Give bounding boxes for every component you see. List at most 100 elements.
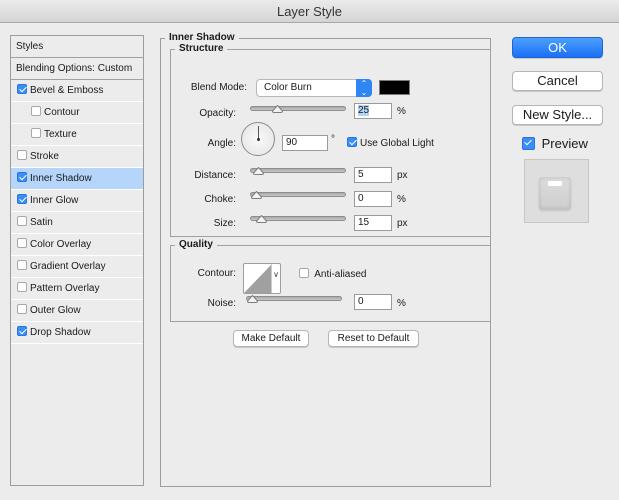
window-titlebar: Layer Style: [0, 0, 619, 23]
checkbox-unchecked-icon[interactable]: [17, 238, 27, 248]
opacity-label: Opacity:: [199, 108, 236, 119]
styles-list-item-label: Pattern Overlay: [30, 283, 100, 294]
noise-slider[interactable]: [246, 295, 342, 303]
checkbox-unchecked-icon[interactable]: [17, 282, 27, 292]
blend-mode-select[interactable]: Color Burn ⌃ ⌄: [256, 79, 372, 97]
checkbox-unchecked-icon: [299, 268, 309, 278]
choke-input[interactable]: 0: [354, 191, 392, 207]
styles-list-item-label: Gradient Overlay: [30, 261, 106, 272]
shadow-color-swatch[interactable]: [379, 80, 410, 95]
styles-list-item[interactable]: Styles: [11, 36, 143, 58]
angle-unit: °: [331, 134, 335, 145]
ok-button[interactable]: OK: [512, 37, 603, 58]
slider-thumb[interactable]: [256, 215, 268, 223]
checkbox-unchecked-icon[interactable]: [17, 216, 27, 226]
checkbox-checked-icon[interactable]: [17, 172, 27, 182]
choke-slider[interactable]: [250, 191, 346, 199]
styles-list-item-label: Outer Glow: [30, 305, 81, 316]
slider-thumb[interactable]: [272, 105, 284, 113]
panel-title: Inner Shadow: [165, 32, 239, 43]
styles-list-item-label: Stroke: [30, 151, 59, 162]
checkbox-checked-icon: [522, 137, 535, 150]
styles-list-item[interactable]: Pattern Overlay: [11, 278, 143, 300]
styles-list-item[interactable]: Drop Shadow: [11, 322, 143, 344]
style-preview-thumbnail: [524, 159, 589, 223]
contour-picker[interactable]: ∨: [243, 263, 281, 294]
make-default-button[interactable]: Make Default: [233, 330, 309, 347]
checkbox-unchecked-icon[interactable]: [31, 106, 41, 116]
contour-label: Contour:: [197, 268, 236, 279]
checkbox-checked-icon[interactable]: [17, 84, 27, 94]
select-stepper-icon: ⌃ ⌄: [356, 79, 372, 97]
use-global-light-label: Use Global Light: [360, 138, 434, 149]
styles-list-item-label: Bevel & Emboss: [30, 85, 104, 96]
angle-label: Angle:: [207, 138, 236, 149]
preview-swatch: [539, 177, 571, 209]
quality-group: Quality Contour: ∨ Anti-aliased Noise: 0…: [170, 239, 491, 322]
angle-center-dot: [257, 138, 260, 141]
styles-list-item[interactable]: Satin: [11, 212, 143, 234]
styles-list-item-label: Satin: [30, 217, 53, 228]
styles-list-item[interactable]: Outer Glow: [11, 300, 143, 322]
anti-aliased-checkbox[interactable]: Anti-aliased: [299, 268, 367, 280]
styles-list-item[interactable]: Gradient Overlay: [11, 256, 143, 278]
styles-list-item[interactable]: Stroke: [11, 146, 143, 168]
styles-list-item[interactable]: Texture: [11, 124, 143, 146]
styles-list-item-label: Inner Shadow: [30, 173, 92, 184]
styles-list-item-label: Blending Options: Custom: [16, 63, 133, 74]
quality-title: Quality: [175, 239, 217, 250]
checkbox-unchecked-icon[interactable]: [17, 150, 27, 160]
styles-list-item[interactable]: Inner Glow: [11, 190, 143, 212]
reset-to-default-button[interactable]: Reset to Default: [328, 330, 419, 347]
checkbox-unchecked-icon[interactable]: [17, 304, 27, 314]
noise-input[interactable]: 0: [354, 294, 392, 310]
styles-list-item[interactable]: Contour: [11, 102, 143, 124]
contour-curve-icon: [244, 264, 272, 293]
choke-unit: %: [397, 194, 406, 205]
preview-label: Preview: [541, 136, 588, 151]
checkbox-unchecked-icon[interactable]: [17, 260, 27, 270]
styles-list-item-label: Drop Shadow: [30, 327, 91, 338]
distance-unit: px: [397, 170, 408, 181]
size-input[interactable]: 15: [354, 215, 392, 231]
styles-list-item-label: Texture: [44, 129, 77, 140]
preview-checkbox[interactable]: Preview: [522, 136, 588, 151]
blend-mode-label: Blend Mode:: [190, 82, 247, 93]
cancel-button[interactable]: Cancel: [512, 71, 603, 91]
styles-list-item[interactable]: Blending Options: Custom: [11, 58, 143, 80]
slider-thumb[interactable]: [252, 167, 264, 175]
opacity-value: 25: [358, 105, 370, 116]
structure-title: Structure: [175, 43, 228, 54]
slider-thumb[interactable]: [251, 191, 262, 199]
styles-list-item[interactable]: Color Overlay: [11, 234, 143, 256]
size-label: Size:: [213, 218, 236, 229]
distance-input[interactable]: 5: [354, 167, 392, 183]
styles-list-item-label: Styles: [16, 41, 44, 52]
angle-dial[interactable]: [241, 122, 275, 156]
styles-list-item-label: Contour: [44, 107, 80, 118]
distance-slider[interactable]: [250, 167, 346, 175]
styles-list-item-label: Inner Glow: [30, 195, 79, 206]
checkbox-unchecked-icon[interactable]: [31, 128, 41, 138]
contour-dropdown-icon[interactable]: ∨: [271, 264, 280, 293]
angle-input[interactable]: 90: [282, 135, 328, 151]
window-title: Layer Style: [276, 4, 343, 19]
noise-label: Noise:: [207, 298, 236, 309]
use-global-light-checkbox[interactable]: Use Global Light: [347, 137, 434, 149]
styles-list: Styles Blending Options: Custom Bevel & Em…: [10, 35, 144, 486]
styles-list-item[interactable]: Inner Shadow: [11, 168, 143, 190]
opacity-unit: %: [397, 106, 406, 117]
opacity-slider[interactable]: [250, 105, 346, 113]
checkbox-checked-icon[interactable]: [17, 326, 27, 336]
structure-group: Structure Blend Mode: Color Burn ⌃ ⌄ Opac…: [170, 43, 491, 237]
new-style-button[interactable]: New Style...: [512, 105, 603, 125]
distance-label: Distance:: [194, 170, 236, 181]
checkbox-checked-icon: [347, 137, 357, 147]
styles-list-item[interactable]: Bevel & Emboss: [11, 80, 143, 102]
size-slider[interactable]: [250, 215, 346, 223]
size-unit: px: [397, 218, 408, 229]
opacity-input[interactable]: 25: [354, 103, 392, 119]
slider-thumb[interactable]: [247, 295, 258, 303]
checkbox-checked-icon[interactable]: [17, 194, 27, 204]
choke-label: Choke:: [204, 194, 236, 205]
